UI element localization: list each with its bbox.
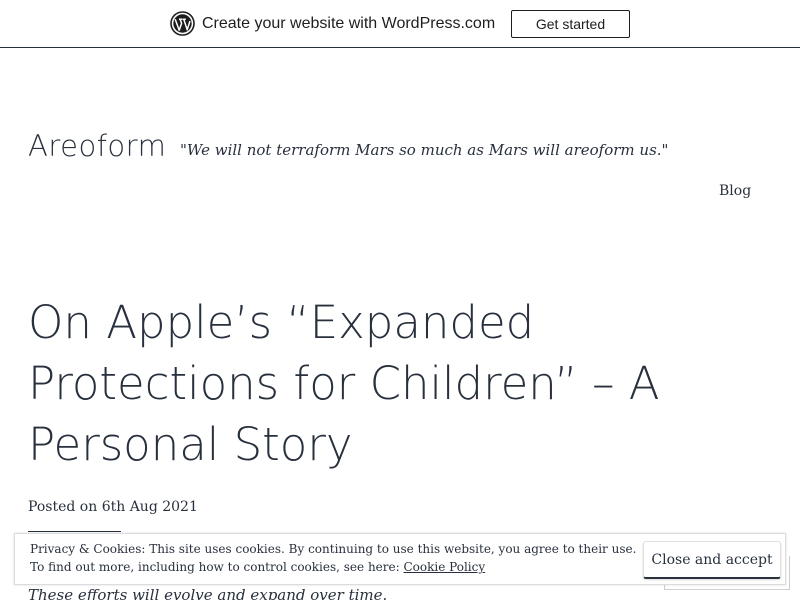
- cookie-notice-text: Privacy & Cookies: This site uses cookie…: [30, 542, 637, 556]
- wordpress-promo-text[interactable]: Create your website with WordPress.com: [202, 13, 495, 35]
- post-meta: Posted on 6th Aug 2021: [28, 497, 198, 517]
- site-title[interactable]: Areoform: [28, 126, 166, 166]
- site-tagline: "We will not terraform Mars so much as M…: [180, 141, 669, 159]
- cookie-notice-more-text: To find out more, including how to contr…: [30, 560, 400, 574]
- post-meta-prefix: Posted on: [28, 499, 98, 515]
- cookie-notice-banner: Privacy & Cookies: This site uses cookie…: [14, 533, 786, 585]
- wordpress-logo-icon[interactable]: [170, 11, 195, 36]
- wordpress-promo-banner: Create your website with WordPress.com G…: [0, 0, 800, 48]
- get-started-button[interactable]: Get started: [511, 10, 630, 38]
- post-excerpt: These efforts will evolve and expand ove…: [28, 586, 388, 600]
- close-and-accept-button[interactable]: Close and accept: [643, 541, 781, 579]
- post-separator: [28, 531, 121, 532]
- post-date[interactable]: 6th Aug 2021: [102, 499, 198, 515]
- cookie-notice-more-info: To find out more, including how to contr…: [30, 559, 485, 575]
- cookie-policy-link[interactable]: Cookie Policy: [404, 560, 486, 574]
- nav-item-blog[interactable]: Blog: [719, 181, 751, 201]
- post-title[interactable]: On Apple’s “Expanded Protections for Chi…: [28, 292, 748, 475]
